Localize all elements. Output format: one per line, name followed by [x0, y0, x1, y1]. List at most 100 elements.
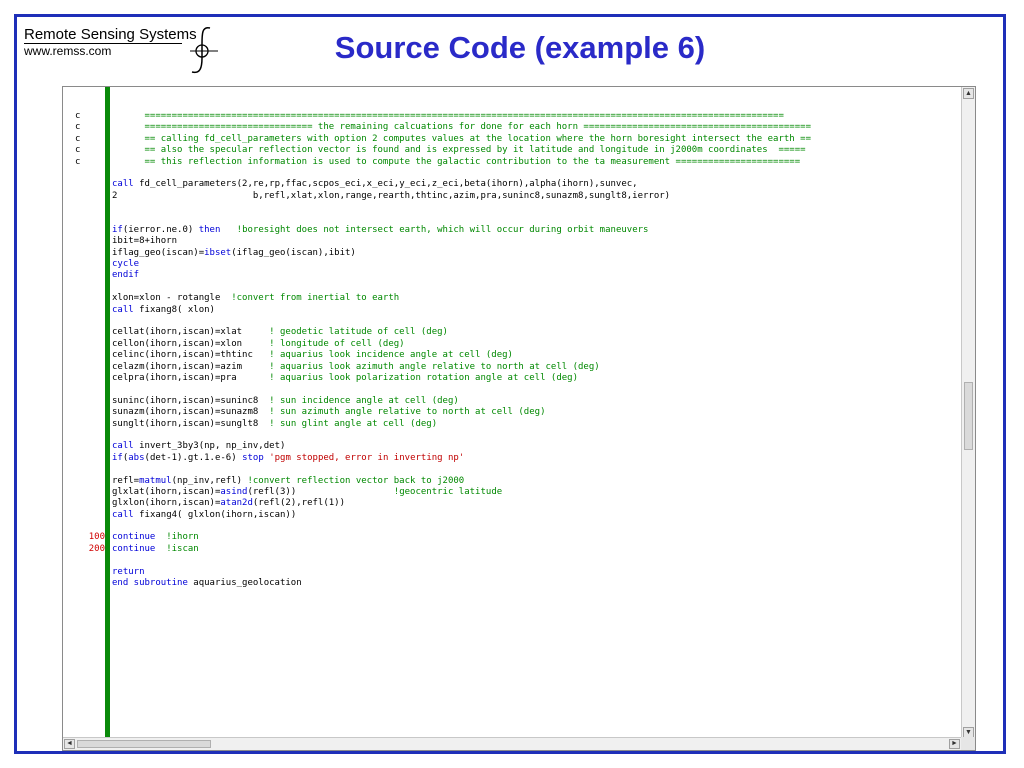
line-text: == also the specular reflection vector i…	[112, 145, 806, 156]
code-token: ! aquarius look polarization rotation an…	[269, 372, 578, 383]
code-token: iflag_geo(iscan)=	[112, 247, 205, 258]
code-token: == also the specular reflection vector i…	[112, 145, 806, 156]
code-line: suninc(ihorn,iscan)=suninc8 ! sun incide…	[63, 396, 961, 407]
line-text: call invert_3by3(np, np_inv,det)	[112, 441, 285, 452]
line-text: ========================================…	[112, 111, 784, 122]
code-token: glxlat(ihorn,iscan)=	[112, 486, 221, 497]
line-text: cycle	[112, 259, 139, 270]
code-lines: c ======================================…	[63, 111, 961, 589]
line-text: =============================== the rema…	[112, 122, 811, 133]
code-line: xlon=xlon - rotangle !convert from inert…	[63, 293, 961, 304]
code-line: cycle	[63, 259, 961, 270]
line-text: sunazm(ihorn,iscan)=sunazm8 ! sun azimut…	[112, 407, 545, 418]
code-line: 100 continue !ihorn	[63, 532, 961, 543]
code-line: c == calling fd_cell_parameters with opt…	[63, 134, 961, 145]
code-line: 200 continue !iscan	[63, 544, 961, 555]
code-token: abs	[128, 452, 145, 463]
line-text: suninc(ihorn,iscan)=suninc8 ! sun incide…	[112, 396, 459, 407]
code-token: call	[112, 509, 134, 520]
line-text: 2 b,refl,xlat,xlon,range,rearth,thtinc,a…	[112, 191, 670, 202]
line-text: call fixang4( glxlon(ihorn,iscan))	[112, 510, 296, 521]
horizontal-scroll-thumb[interactable]	[77, 740, 211, 748]
code-token: then	[198, 224, 221, 235]
code-token: ibset	[204, 247, 232, 258]
code-token: cellat(ihorn,iscan)=xlat	[112, 327, 270, 338]
code-token: (det-1).gt.1.e-6)	[144, 452, 243, 463]
line-text: iflag_geo(iscan)=ibset(iflag_geo(iscan),…	[112, 248, 356, 259]
code-token: return	[112, 566, 145, 577]
code-line: c ======================================…	[63, 111, 961, 122]
code-line: c == this reflection information is used…	[63, 157, 961, 168]
line-text: ibit=8+ihorn	[112, 236, 177, 247]
code-line: iflag_geo(iscan)=ibset(iflag_geo(iscan),…	[63, 248, 961, 259]
code-token: !boresight does not intersect earth, whi…	[220, 224, 649, 235]
code-token: invert_3by3(np, np_inv,det)	[133, 441, 286, 452]
code-token: ! longitude of cell (deg)	[269, 338, 405, 349]
line-label: c	[75, 145, 81, 156]
code-token: 2 b,refl,xlat,xlon,range,rearth,thtinc,a…	[112, 190, 671, 201]
line-label: c	[75, 111, 81, 121]
vertical-scroll-thumb[interactable]	[964, 382, 973, 450]
code-token: celinc(ihorn,iscan)=thtinc	[112, 350, 270, 361]
code-token: (ierror.ne.0)	[122, 224, 199, 235]
line-text: end subroutine aquarius_geolocation	[112, 578, 302, 589]
code-line: glxlat(ihorn,iscan)=asind(refl(3)) !geoc…	[63, 487, 961, 498]
line-text: == this reflection information is used t…	[112, 157, 801, 168]
code-token: !iscan	[166, 543, 199, 554]
code-token: continue	[112, 543, 156, 554]
code-line: call fd_cell_parameters(2,re,rp,ffac,scp…	[63, 179, 961, 190]
scroll-right-button[interactable]: ►	[949, 739, 960, 749]
code-token: glxlon(ihorn,iscan)=	[112, 498, 221, 509]
line-text: == calling fd_cell_parameters with optio…	[112, 134, 811, 145]
line-text: celpra(ihorn,iscan)=pra ! aquarius look …	[112, 373, 578, 384]
code-line: refl=matmul(np_inv,refl) !convert reflec…	[63, 476, 961, 487]
code-token: ! sun glint angle at cell (deg)	[269, 418, 438, 429]
code-token: call	[112, 304, 134, 315]
line-text: call fixang8( xlon)	[112, 305, 215, 316]
code-editor[interactable]: c ======================================…	[62, 86, 976, 751]
line-label: c	[75, 122, 81, 133]
code-token: endif	[112, 270, 140, 281]
scroll-left-button[interactable]: ◄	[64, 739, 75, 749]
code-token: asind	[220, 486, 248, 497]
code-token: continue	[112, 532, 156, 543]
code-token: cycle	[112, 259, 140, 270]
code-token: atan2d	[220, 498, 253, 509]
code-token: !convert from inertial to earth	[231, 293, 400, 304]
scroll-up-button[interactable]: ▲	[963, 88, 974, 99]
code-token: ! geodetic latitude of cell (deg)	[269, 327, 448, 338]
code-token: aquarius_geolocation	[187, 578, 302, 589]
line-text: continue !ihorn	[112, 532, 199, 543]
code-area[interactable]: c ======================================…	[63, 87, 961, 739]
code-line: endif	[63, 270, 961, 281]
code-line: c =============================== the re…	[63, 122, 961, 133]
vertical-scrollbar[interactable]: ▲ ▼	[961, 87, 975, 739]
code-line: glxlon(ihorn,iscan)=atan2d(refl(2),refl(…	[63, 498, 961, 509]
code-token: !geocentric latitude	[393, 486, 503, 497]
code-line: celpra(ihorn,iscan)=pra ! aquarius look …	[63, 373, 961, 384]
code-token: !ihorn	[166, 532, 199, 543]
line-text: cellon(ihorn,iscan)=xlon ! longitude of …	[112, 339, 405, 350]
horizontal-scrollbar[interactable]: ◄ ►	[63, 737, 961, 750]
code-token: xlon=xlon - rotangle	[112, 293, 232, 304]
code-token: refl=	[112, 475, 140, 486]
code-token: sunglt(ihorn,iscan)=sunglt8	[112, 418, 270, 429]
code-line: sunglt(ihorn,iscan)=sunglt8 ! sun glint …	[63, 419, 961, 430]
line-text: if(ierror.ne.0) then !boresight does not…	[112, 225, 648, 236]
code-line: call fixang4( glxlon(ihorn,iscan))	[63, 510, 961, 521]
code-token: =============================== the rema…	[112, 122, 811, 133]
code-token: fixang4( glxlon(ihorn,iscan))	[133, 509, 297, 520]
code-line: call fixang8( xlon)	[63, 305, 961, 316]
code-line: call invert_3by3(np, np_inv,det)	[63, 441, 961, 452]
line-label: c	[75, 156, 81, 167]
company-logo: Remote Sensing Systems www.remss.com	[24, 24, 224, 76]
